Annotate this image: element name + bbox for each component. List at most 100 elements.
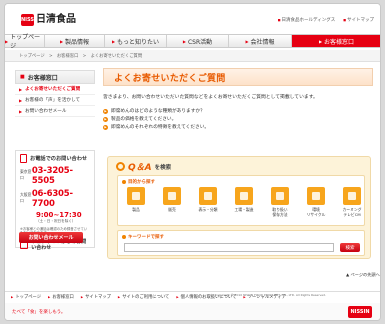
back-to-top-link[interactable]: ▲ ページの先頭へ [346,272,380,278]
sidebar-item-voice[interactable]: ▶ お客様の「声」を活かして [15,95,95,106]
nav-item-label: トップページ [10,34,41,50]
category-label: 環境 リサイクル [306,207,326,217]
phone-title: お電話でのお問い合わせ [20,154,90,163]
header: NISSIN 日清食品 日清食品ホールディングス サイトマップ [5,4,380,32]
sidebar-item-label: よくお寄せいただくご質問 [25,87,81,92]
category-icon [235,187,253,205]
nissin-logo[interactable]: NISSIN 日清食品 [21,14,76,26]
holdings-link[interactable]: 日清食品ホールディングス [278,17,336,23]
sidebar: ■ お客様窓口 ▶ よくお寄せいただくご質問 ▶ お客様の「声」を活かして ▶ お問い合… [15,70,95,117]
question-item[interactable]: ▶ 即席めんのはどのような種類がありますか？ [103,107,373,115]
category-item[interactable]: 環境 リサイクル [304,187,328,217]
category-icon [307,187,325,205]
footer-link[interactable]: サイトマップ [81,294,111,300]
footer-link[interactable]: お客様窓口 [48,294,73,300]
question-item[interactable]: ▶ 即席めんのそれぞれの特徴を教えてください。 [103,123,373,131]
logo-badge: NISSIN [21,14,40,26]
page-title: よくお寄せいただくご質問 [103,68,373,86]
magnifier-icon [116,162,125,171]
nav-item-label: CSR活動 [187,38,213,46]
category-item[interactable]: 取り扱い 保存方法 [268,187,292,217]
nav-item-label: 製品情報 [65,38,90,46]
page-frame: NISSIN 日清食品 日清食品ホールディングス サイトマップ ▶トップページ▶… [4,3,381,321]
keyword-label-text: キーワードで探す [128,235,164,240]
qa-heading-text: を検索 [154,164,172,171]
square-icon: ■ [20,74,25,80]
tokyo-number: 03-3205-5505 [31,166,73,186]
top-links: 日清食品ホールディングス サイトマップ [278,17,374,23]
question-text: 製品の価格を教えてください。 [111,117,177,122]
footer-bottom: たべて「食」を楽しもう。 NISSIN [5,303,380,320]
sitemap-link[interactable]: サイトマップ [343,17,374,23]
hours: 9:00~17:30 [36,211,82,219]
arrow-icon: ▶ [111,38,116,44]
dot-icon [122,235,126,239]
breadcrumb[interactable]: トップページ > お客様窓口 > よくお寄せいただくご質問 [19,53,142,59]
category-item[interactable]: 製品 [124,187,148,217]
sidebar-item-label: お客様の「声」を活かして [25,98,81,103]
nav-item-label: もっと知りたい [117,38,160,46]
arrow-icon: ▶ [103,108,108,114]
arrow-icon: ▶ [59,38,64,44]
copyright: Copyright © 2010 NISSIN FOOD PRODUCTS CO… [215,293,326,297]
qa-logo: Q＆A [128,163,152,173]
arrow-icon: ▶ [245,38,249,44]
nav-item-label: お客様窓口 [324,38,355,46]
category-icon [199,187,217,205]
nav-item-4[interactable]: ▶ CSR活動 [167,35,229,47]
arrow-icon: ▶ [19,86,23,92]
nav-item-5[interactable]: ▶ 会社情報 [229,35,292,47]
tokyo-label: 東京窓口 [20,169,32,180]
nav-item-2[interactable]: ▶ 製品情報 [45,35,105,47]
breadcrumb-bar: トップページ > お客様窓口 > よくお寄せいただくご質問 [5,50,380,62]
question-text: 即席めんのはどのような種類がありますか？ [111,109,205,114]
search-button[interactable]: 検索 [340,243,360,252]
osaka-label: 大阪窓口 [20,192,32,203]
sidebar-item-label: お問い合わせメール [25,109,67,114]
arrow-icon: ▶ [19,108,23,114]
osaka-row: 大阪窓口 06-6305-7700 [20,189,90,209]
footer-link[interactable]: トップページ [11,294,41,300]
question-list: ▶ 即席めんのはどのような種類がありますか？ ▶ 製品の価格を教えてください。 ▶ 即… [103,107,373,131]
arrow-icon: ▶ [318,38,323,44]
category-label-text: 目的から探す [128,180,155,185]
arrow-icon: ▶ [103,116,108,122]
nav-item-label: 会社情報 [250,38,275,46]
category-item[interactable]: 工場・製造 [232,187,256,217]
arrow-icon: ▶ [19,97,23,103]
intro-text: 皆さまより、お問い合わせいただいた質問などをよくお寄せいただくご質問として掲載し… [103,95,318,100]
category-icon [163,187,181,205]
tokyo-row: 東京窓口 03-3205-5505 [20,166,90,186]
nav-item-6[interactable]: ▶ お客様窓口 [292,35,380,47]
category-item[interactable]: 販売 [160,187,184,217]
phone-title-text: お電話でのお問い合わせ [30,156,88,162]
nav-item-3[interactable]: ▶ もっと知りたい [105,35,167,47]
category-icon [127,187,145,205]
category-item[interactable]: 表示・分類 [196,187,220,217]
qa-search-box: Q＆A を検索 目的から探す 製品 販売 表示・分類 工場・製造 取り扱い 保存方法 環境… [107,156,371,259]
global-nav: ▶ トップページ ▶ 製品情報 ▶ もっと知りたい ▶ CSR活動 ▶ 会社情報 ▶ お客様窓口 [5,34,380,50]
logo-name: 日清食品 [36,14,76,25]
question-text: 即席めんのそれぞれの特徴を教えてください。 [111,125,210,130]
footer-link[interactable]: サイトのご利用について [118,294,169,300]
category-label: 製品 [132,207,140,212]
sidebar-item-faq[interactable]: ▶ よくお寄せいただくご質問 [15,84,95,95]
dot-icon [122,180,126,184]
qa-heading: Q＆A を検索 [116,160,171,173]
nav-item-1[interactable]: ▶ トップページ [5,34,45,50]
category-list: 製品 販売 表示・分類 工場・製造 取り扱い 保存方法 環境 リサイクル カーミング テレビ… [124,187,364,217]
sidebar-item-mail[interactable]: ▶ お問い合わせメール [15,106,95,117]
sidebar-title-text: お客様窓口 [27,74,58,82]
category-item[interactable]: カーミング テレビCM [340,187,364,217]
category-icon [343,187,361,205]
keyword-input[interactable] [124,243,334,252]
keyword-box: キーワードで探す 検索 [117,230,365,256]
contact-mail-button[interactable]: お問い合わせメール [19,232,83,243]
main-content: よくお寄せいただくご質問 皆さまより、お問い合わせいただいた質問などをよくお寄せ… [103,68,373,131]
question-item[interactable]: ▶ 製品の価格を教えてください。 [103,115,373,123]
phone-icon [20,154,27,163]
category-label: 表示・分類 [198,207,218,212]
footer-logo[interactable]: NISSIN [348,306,372,318]
category-box: 目的から探す 製品 販売 表示・分類 工場・製造 取り扱い 保存方法 環境 リサイクル カー… [117,175,365,226]
category-label: 目的から探す [122,179,155,185]
